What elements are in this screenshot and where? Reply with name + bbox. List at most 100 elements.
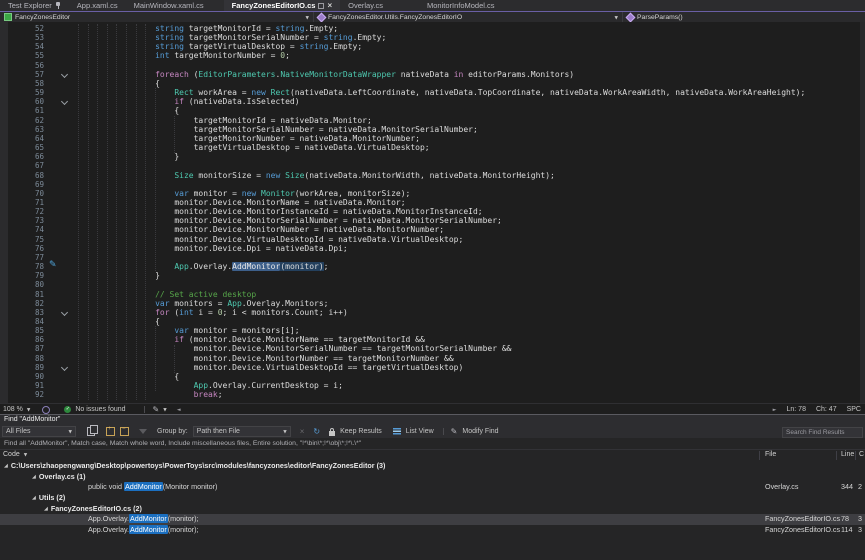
keep-results-button[interactable]: Keep Results: [340, 428, 382, 435]
code-line[interactable]: break;: [0, 390, 860, 399]
expand-all-icon[interactable]: [106, 427, 115, 436]
code-line[interactable]: App.Overlay.AddMonitor(monitor);: [0, 262, 860, 271]
code-line[interactable]: monitor.Device.VirtualDesktopId == targe…: [0, 363, 860, 372]
code-line[interactable]: int targetMonitorNumber = 0;: [0, 51, 860, 60]
tab-fancyzoneseditorio-cs[interactable]: FancyZonesEditorIO.cs: [224, 0, 340, 11]
code-line[interactable]: [0, 280, 860, 289]
close-icon[interactable]: [327, 1, 332, 10]
code-line[interactable]: string targetMonitorSerialNumber = strin…: [0, 33, 860, 42]
code-line[interactable]: {: [0, 317, 860, 326]
code-line[interactable]: {: [0, 372, 860, 381]
code-line[interactable]: [0, 61, 860, 70]
code-line[interactable]: monitor.Device.MonitorSerialNumber == ta…: [0, 344, 860, 353]
result-match-row[interactable]: App.Overlay.AddMonitor(monitor);FancyZon…: [0, 514, 865, 525]
code-line[interactable]: var monitors = App.Overlay.Monitors;: [0, 299, 860, 308]
code-line[interactable]: if (monitor.Device.MonitorName == target…: [0, 335, 860, 344]
modify-find-pencil-icon[interactable]: [451, 427, 458, 436]
tab-label: MonitorInfoModel.cs: [427, 1, 495, 10]
column-header-col[interactable]: C: [859, 451, 864, 458]
column-divider[interactable]: [759, 451, 760, 460]
expander-icon[interactable]: [44, 504, 48, 515]
line-indicator[interactable]: Ln: 78: [787, 406, 806, 413]
code-line[interactable]: // Set active desktop: [0, 290, 860, 299]
code-line[interactable]: monitor.Device.MonitorInstanceId = nativ…: [0, 207, 860, 216]
column-divider[interactable]: [836, 451, 837, 460]
code-line[interactable]: [0, 253, 860, 262]
code-line[interactable]: Size monitorSize = new Size(nativeData.M…: [0, 171, 860, 180]
code-line[interactable]: for (int i = 0; i < monitors.Count; i++): [0, 308, 860, 317]
column-indicator[interactable]: Ch: 47: [816, 406, 837, 413]
result-group-row[interactable]: Overlay.cs (1): [0, 472, 865, 483]
code-line[interactable]: monitor.Device.MonitorNumber = nativeDat…: [0, 225, 860, 234]
column-header-line[interactable]: Line: [841, 451, 854, 458]
code-line[interactable]: monitor.Device.MonitorSerialNumber = nat…: [0, 216, 860, 225]
collapse-left-icon[interactable]: [177, 406, 181, 413]
expand-right-icon[interactable]: [773, 406, 777, 413]
space-indicator[interactable]: SPC: [847, 406, 861, 413]
code-line[interactable]: var monitor = new Monitor(workArea, moni…: [0, 189, 860, 198]
chevron-down-icon: [24, 451, 27, 458]
tab-test-explorer[interactable]: Test Explorer: [0, 0, 69, 11]
copy-results-icon[interactable]: [87, 427, 95, 436]
code-line[interactable]: monitor.Device.MonitorName = nativeData.…: [0, 198, 860, 207]
code-line[interactable]: targetMonitorNumber = nativeData.Monitor…: [0, 134, 860, 143]
code-line[interactable]: foreach (EditorParameters.NativeMonitorD…: [0, 70, 860, 79]
result-group-row[interactable]: C:\Users\zhaopengwang\Desktop\powertoys\…: [0, 461, 865, 472]
zoom-level[interactable]: 108 %: [3, 406, 23, 413]
search-find-results-input[interactable]: Search Find Results: [782, 427, 863, 438]
code-line[interactable]: {: [0, 79, 860, 88]
pencil-chevron-icon[interactable]: [163, 406, 166, 413]
column-header-file[interactable]: File: [765, 451, 776, 458]
result-group-row[interactable]: FancyZonesEditorIO.cs (2): [0, 504, 865, 515]
column-divider[interactable]: [855, 451, 856, 460]
code-line[interactable]: monitor.Device.Dpi = nativeData.Dpi;: [0, 244, 860, 253]
code-line[interactable]: string targetMonitorId = string.Empty;: [0, 24, 860, 33]
vertical-scrollbar[interactable]: [860, 22, 865, 403]
zoom-chevron-icon[interactable]: [27, 406, 30, 413]
code-line[interactable]: monitor.Device.VirtualDesktopId = native…: [0, 235, 860, 244]
code-line[interactable]: if (nativeData.IsSelected): [0, 97, 860, 106]
code-line[interactable]: var monitor = monitors[i];: [0, 326, 860, 335]
expander-icon[interactable]: [32, 472, 36, 483]
tab-app-xaml-cs[interactable]: App.xaml.cs: [69, 0, 126, 11]
document-health-icon[interactable]: [42, 406, 50, 414]
issues-message[interactable]: No issues found: [75, 406, 125, 413]
code-editor[interactable]: 5253545556575859606162636465666768697071…: [0, 22, 865, 403]
list-view-icon[interactable]: [393, 428, 401, 435]
expander-icon[interactable]: [32, 493, 36, 504]
type-dropdown[interactable]: FancyZonesEditor.Utils.FancyZonesEditorI…: [314, 12, 623, 22]
code-line[interactable]: string targetVirtualDesktop = string.Emp…: [0, 42, 860, 51]
list-view-button[interactable]: List View: [406, 428, 434, 435]
scope-combobox[interactable]: All Files: [2, 426, 76, 437]
filter-icon[interactable]: [139, 429, 147, 434]
code-line[interactable]: [0, 180, 860, 189]
code-line[interactable]: [0, 161, 860, 170]
code-line[interactable]: {: [0, 106, 860, 115]
result-group-row[interactable]: Utils (2): [0, 493, 865, 504]
code-line[interactable]: }: [0, 271, 860, 280]
clear-results-icon[interactable]: [300, 427, 305, 436]
result-match-row[interactable]: public void AddMonitor(Monitor monitor)O…: [0, 482, 865, 493]
modify-find-button[interactable]: Modify Find: [462, 428, 498, 435]
code-line[interactable]: }: [0, 152, 860, 161]
project-dropdown[interactable]: FancyZonesEditor: [0, 12, 314, 22]
code-line[interactable]: Rect workArea = new Rect(nativeData.Left…: [0, 88, 860, 97]
group-by-combobox[interactable]: Path then File: [193, 426, 291, 437]
content-filter-combobox[interactable]: Code: [3, 451, 27, 458]
tab-overlay-cs[interactable]: Overlay.cs: [340, 0, 391, 11]
code-line[interactable]: App.Overlay.CurrentDesktop = i;: [0, 381, 860, 390]
lock-icon[interactable]: [329, 431, 335, 436]
collapse-all-icon[interactable]: [120, 427, 129, 436]
code-line[interactable]: targetVirtualDesktop = nativeData.Virtua…: [0, 143, 860, 152]
refresh-icon[interactable]: [313, 427, 320, 436]
tab-monitorinfomodel-cs[interactable]: MonitorInfoModel.cs: [419, 0, 503, 11]
expander-icon[interactable]: [4, 461, 8, 472]
edit-pencil-icon[interactable]: [153, 405, 160, 414]
result-match-row[interactable]: App.Overlay.AddMonitor(monitor);FancyZon…: [0, 525, 865, 536]
code-line[interactable]: targetMonitorId = nativeData.Monitor;: [0, 116, 860, 125]
code-line[interactable]: targetMonitorSerialNumber = nativeData.M…: [0, 125, 860, 134]
member-dropdown[interactable]: ParseParams(): [623, 12, 865, 22]
code-content[interactable]: string targetMonitorId = string.Empty; s…: [0, 24, 860, 399]
code-line[interactable]: monitor.Device.MonitorNumber == targetMo…: [0, 354, 860, 363]
tab-mainwindow-xaml-cs[interactable]: MainWindow.xaml.cs: [126, 0, 212, 11]
